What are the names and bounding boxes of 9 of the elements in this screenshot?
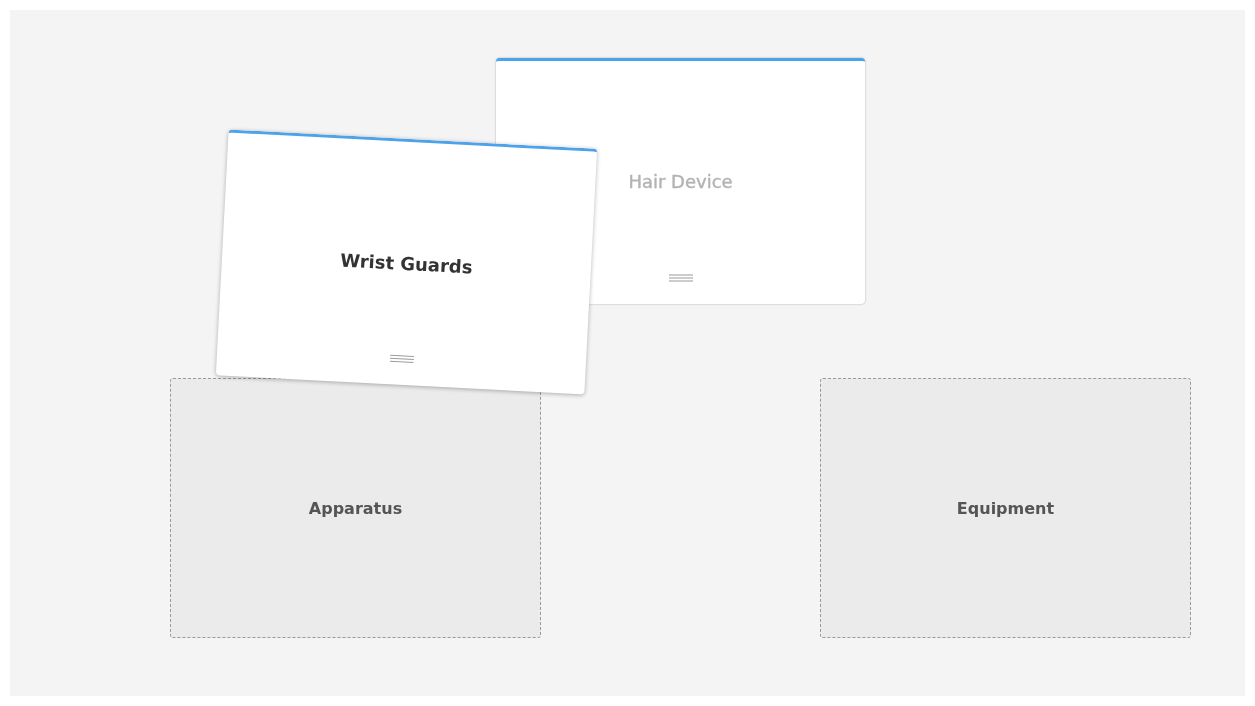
dragged-card-overlay[interactable]: Wrist Guards xyxy=(215,129,598,395)
card-label: Wrist Guards xyxy=(339,249,474,278)
zone-label: Equipment xyxy=(956,498,1055,518)
card-label: Hair Device xyxy=(628,171,733,192)
drop-zone[interactable]: Apparatus xyxy=(170,378,541,638)
drop-zone[interactable]: Equipment xyxy=(820,378,1191,638)
drag-handle-icon[interactable] xyxy=(389,354,414,364)
zone-label: Apparatus xyxy=(308,498,403,518)
drag-handle-icon[interactable] xyxy=(668,274,693,282)
